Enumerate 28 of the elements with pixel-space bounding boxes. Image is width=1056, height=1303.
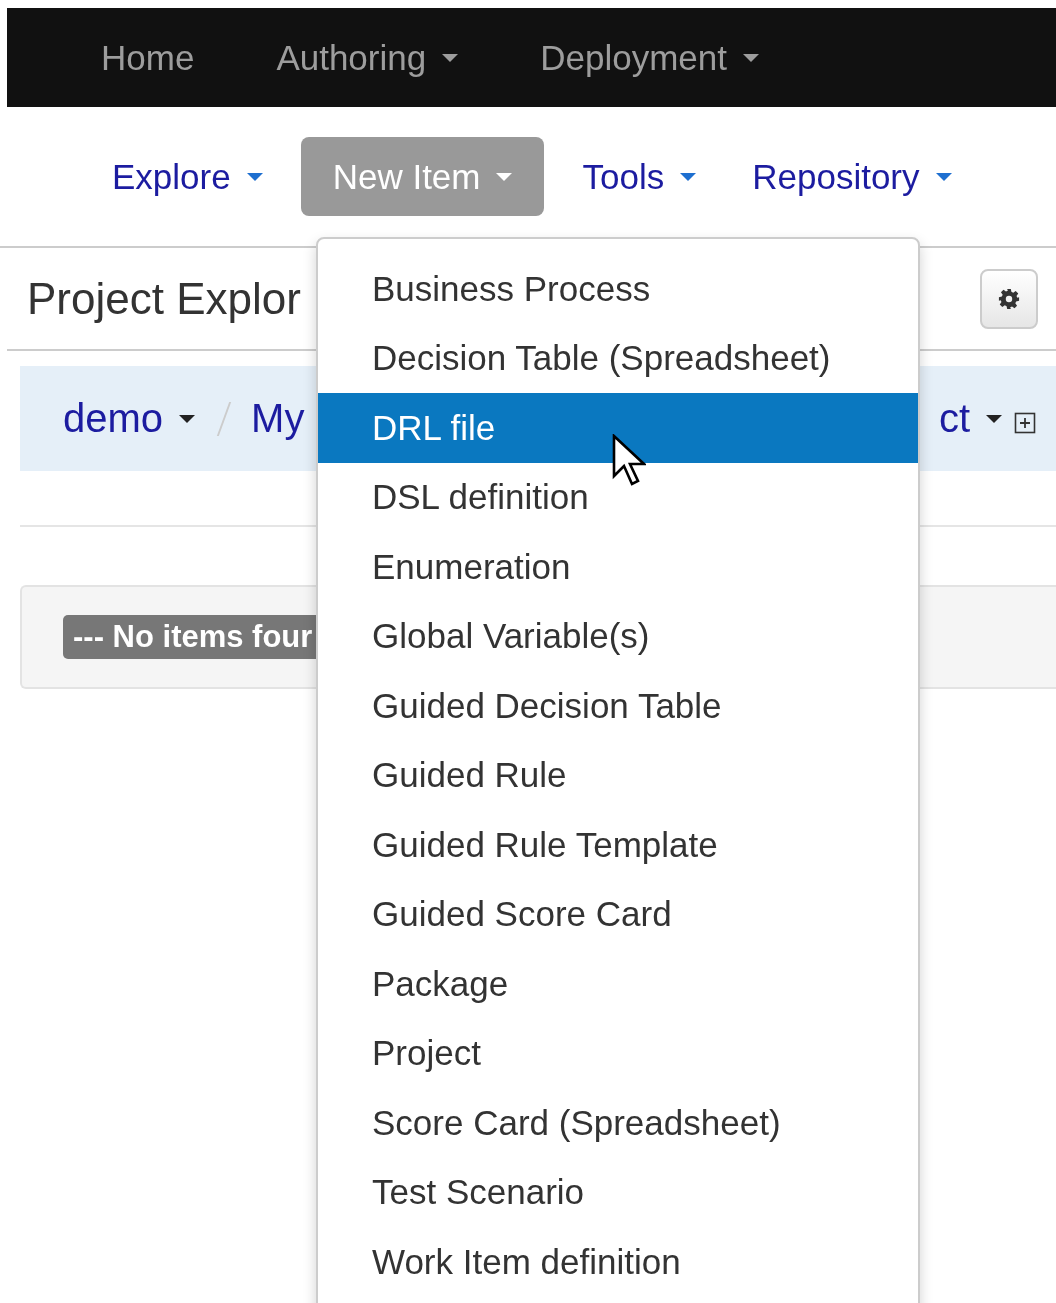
menu-item[interactable]: Enumeration (318, 532, 918, 602)
nav-link[interactable]: Deployment (540, 37, 759, 78)
settings-button[interactable] (980, 268, 1038, 329)
menu-item[interactable]: Guided Score Card (318, 879, 918, 949)
menu-item[interactable]: Guided Rule (318, 740, 918, 810)
menu-item[interactable]: Project (318, 1018, 918, 1088)
breadcrumb-link[interactable]: demo (63, 396, 196, 441)
menu-dropdown-button[interactable]: Repository (734, 137, 970, 216)
menu-item[interactable]: Score Card (Spreadsheet) (318, 1088, 918, 1158)
menu-dropdown-button[interactable]: Explore (94, 137, 281, 216)
nav-link[interactable]: Home (101, 37, 195, 78)
nav-link[interactable]: Authoring (276, 37, 459, 78)
menu-item[interactable]: Package (318, 949, 918, 1019)
breadcrumb-link[interactable]: ct (938, 396, 1002, 441)
menu-dropdown-button[interactable]: Tools (564, 137, 715, 216)
menu-item[interactable]: Guided Decision Table (318, 671, 918, 741)
menu-item[interactable]: Work Item definition (318, 1227, 918, 1297)
breadcrumb-link[interactable]: My (251, 396, 305, 441)
menu-item[interactable]: DSL definition (318, 462, 918, 532)
mouse-pointer-icon (612, 434, 646, 486)
menu-item[interactable]: Decision Table (Spreadsheet) (318, 323, 918, 393)
menu-item[interactable]: Test Scenario (318, 1157, 918, 1227)
page-title: Project Explor (27, 273, 301, 324)
menu-item[interactable]: Business Process (318, 254, 918, 324)
expand-icon[interactable] (1014, 411, 1036, 434)
menu-item[interactable]: Guided Rule Template (318, 810, 918, 880)
menu-item[interactable]: DRL file (318, 393, 918, 463)
settings-icon (998, 287, 1020, 310)
